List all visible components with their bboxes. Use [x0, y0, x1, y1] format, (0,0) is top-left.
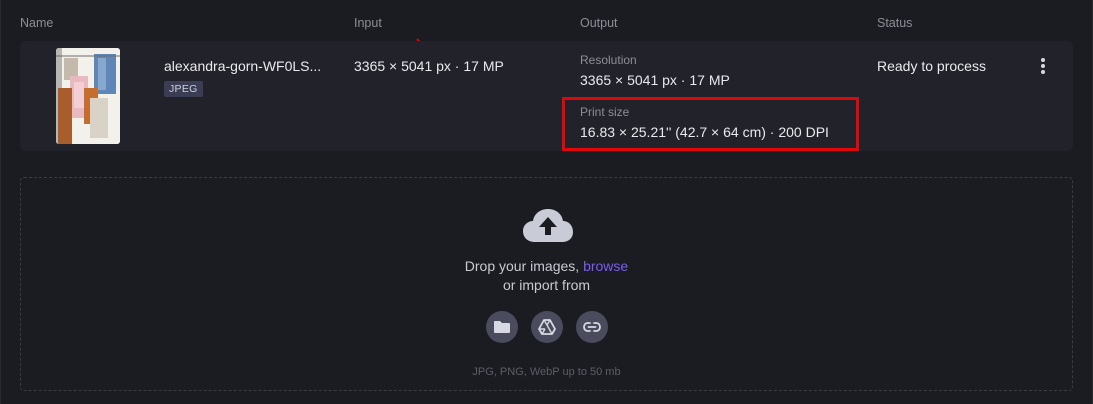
- file-row[interactable]: alexandra-gorn-WF0LS... JPEG 3365 × 5041…: [20, 41, 1073, 151]
- print-size-label: Print size: [580, 105, 630, 119]
- drop-prompt: Drop your images, browse: [21, 258, 1072, 274]
- google-drive-import-button[interactable]: [531, 311, 563, 343]
- resolution-value: 3365 × 5041 px · 17 MP: [580, 72, 730, 88]
- more-options-icon[interactable]: [1035, 56, 1051, 78]
- header-status: Status: [877, 16, 913, 30]
- header-input: Input: [354, 16, 382, 30]
- google-drive-icon: [538, 319, 556, 335]
- file-name: alexandra-gorn-WF0LS...: [164, 58, 322, 74]
- input-resolution: 3365 × 5041 px · 17 MP: [354, 58, 504, 74]
- status-text: Ready to process: [877, 58, 986, 74]
- drop-prompt-text: Drop your images,: [464, 258, 584, 274]
- file-thumbnail: [56, 48, 120, 144]
- print-size-value: 16.83 × 25.21'' (42.7 × 64 cm) · 200 DPI: [580, 124, 829, 140]
- cloud-upload-icon: [523, 209, 573, 242]
- folder-import-button[interactable]: [486, 311, 518, 343]
- table-header: Name Input Output Status: [1, 16, 1093, 32]
- drop-zone[interactable]: Drop your images, browse or import from …: [20, 177, 1073, 391]
- folder-icon: [494, 321, 510, 333]
- app-frame: Name Input Output Status alexandra-gorn-…: [0, 0, 1093, 404]
- resolution-label: Resolution: [580, 53, 637, 67]
- link-icon: [583, 322, 601, 332]
- upload-hint: JPG, PNG, WebP up to 50 mb: [472, 366, 621, 378]
- header-name: Name: [20, 16, 54, 30]
- header-output: Output: [580, 16, 618, 30]
- browse-link[interactable]: browse: [583, 258, 628, 274]
- link-import-button[interactable]: [576, 311, 608, 343]
- import-text: or import from: [502, 277, 591, 293]
- format-badge: JPEG: [164, 81, 203, 97]
